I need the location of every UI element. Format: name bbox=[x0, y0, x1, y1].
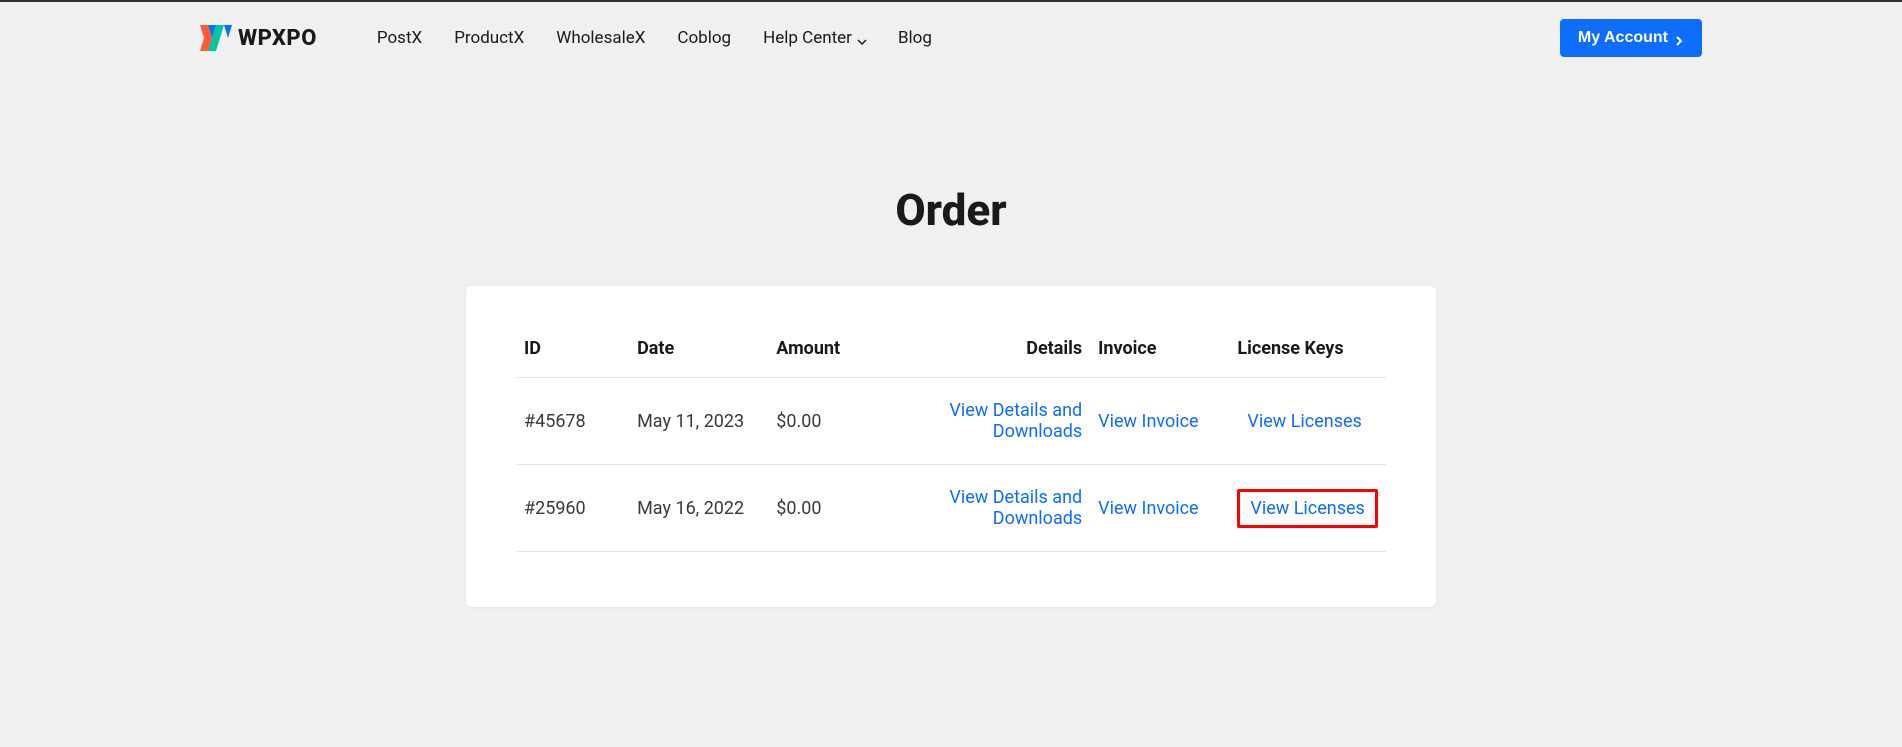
nav-item-blog[interactable]: Blog bbox=[898, 28, 932, 48]
view-licenses-link[interactable]: View Licenses bbox=[1247, 411, 1361, 432]
cell-details: View Details and Downloads bbox=[890, 378, 1090, 465]
license-link-wrapper-highlighted: View Licenses bbox=[1237, 489, 1377, 528]
main-nav: PostX ProductX WholesaleX Coblog Help Ce… bbox=[377, 28, 1560, 48]
header-date: Date bbox=[629, 326, 768, 378]
cell-invoice: View Invoice bbox=[1090, 465, 1229, 552]
cell-details: View Details and Downloads bbox=[890, 465, 1090, 552]
cell-amount: $0.00 bbox=[768, 378, 890, 465]
nav-item-productx[interactable]: ProductX bbox=[454, 28, 524, 48]
header-id: ID bbox=[516, 326, 629, 378]
view-invoice-link[interactable]: View Invoice bbox=[1098, 411, 1198, 432]
chevron-down-icon bbox=[856, 33, 866, 43]
table-header-row: ID Date Amount Details Invoice License K… bbox=[516, 326, 1386, 378]
nav-label: Blog bbox=[898, 28, 932, 48]
header: WPXPO PostX ProductX WholesaleX Coblog H… bbox=[0, 2, 1902, 74]
view-details-link[interactable]: View Details and Downloads bbox=[898, 400, 1082, 442]
logo-text: WPXPO bbox=[238, 26, 317, 51]
header-license: License Keys bbox=[1229, 326, 1386, 378]
nav-label: Coblog bbox=[677, 28, 731, 48]
view-details-link[interactable]: View Details and Downloads bbox=[898, 487, 1082, 529]
cell-amount: $0.00 bbox=[768, 465, 890, 552]
logo-icon bbox=[200, 25, 232, 51]
table-row: #25960 May 16, 2022 $0.00 View Details a… bbox=[516, 465, 1386, 552]
view-invoice-link[interactable]: View Invoice bbox=[1098, 498, 1198, 519]
logo[interactable]: WPXPO bbox=[200, 25, 317, 51]
cell-license: View Licenses bbox=[1229, 378, 1386, 465]
table-row: #45678 May 11, 2023 $0.00 View Details a… bbox=[516, 378, 1386, 465]
cell-date: May 16, 2022 bbox=[629, 465, 768, 552]
cell-license: View Licenses bbox=[1229, 465, 1386, 552]
nav-item-wholesalex[interactable]: WholesaleX bbox=[556, 28, 645, 48]
header-amount: Amount bbox=[768, 326, 890, 378]
nav-item-help-center[interactable]: Help Center bbox=[763, 28, 866, 48]
orders-table: ID Date Amount Details Invoice License K… bbox=[516, 326, 1386, 552]
nav-item-postx[interactable]: PostX bbox=[377, 28, 422, 48]
order-card: ID Date Amount Details Invoice License K… bbox=[466, 286, 1436, 607]
header-details: Details bbox=[890, 326, 1090, 378]
header-invoice: Invoice bbox=[1090, 326, 1229, 378]
nav-label: ProductX bbox=[454, 28, 524, 48]
license-link-wrapper: View Licenses bbox=[1237, 405, 1371, 438]
nav-label: Help Center bbox=[763, 28, 852, 48]
cell-id: #45678 bbox=[516, 378, 629, 465]
cell-id: #25960 bbox=[516, 465, 629, 552]
chevron-right-icon bbox=[1674, 33, 1684, 43]
my-account-label: My Account bbox=[1578, 29, 1668, 47]
cell-date: May 11, 2023 bbox=[629, 378, 768, 465]
cell-invoice: View Invoice bbox=[1090, 378, 1229, 465]
nav-item-coblog[interactable]: Coblog bbox=[677, 28, 731, 48]
nav-label: PostX bbox=[377, 28, 422, 48]
my-account-button[interactable]: My Account bbox=[1560, 19, 1702, 57]
view-licenses-link[interactable]: View Licenses bbox=[1250, 498, 1364, 519]
nav-label: WholesaleX bbox=[556, 28, 645, 48]
page-title: Order bbox=[0, 184, 1902, 236]
